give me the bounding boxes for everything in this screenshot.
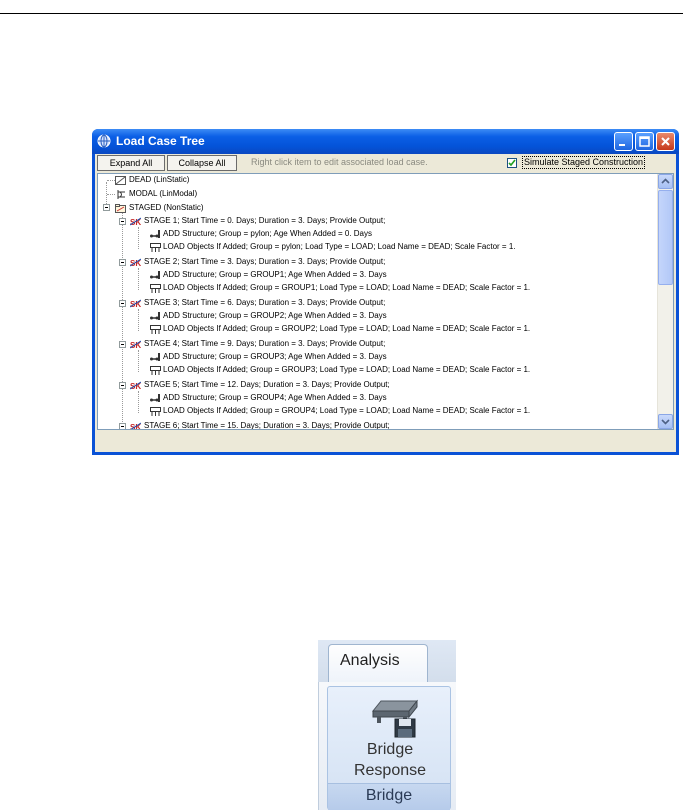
minimize-icon <box>619 144 625 146</box>
tree-node-add-structure[interactable]: ADD Structure; Group = pylon; Age When A… <box>163 229 372 239</box>
bridge-response-icon <box>371 699 419 738</box>
scroll-thumb[interactable] <box>658 190 673 285</box>
simulate-staged-checkbox[interactable] <box>507 158 517 168</box>
nonstatic-folder-icon <box>115 204 126 213</box>
tree-guide <box>138 227 139 249</box>
stage-icon: SK <box>130 422 141 429</box>
vertical-scrollbar[interactable] <box>657 174 673 429</box>
add-structure-icon <box>150 353 160 361</box>
minimize-button[interactable] <box>614 132 633 151</box>
stage-icon: SK <box>130 381 141 390</box>
expand-all-button[interactable]: Expand All <box>97 155 165 171</box>
load-objects-icon <box>150 366 161 375</box>
tree-node-stage[interactable]: STAGE 1; Start Time = 0. Days; Duration … <box>144 216 385 226</box>
tree-node-dead[interactable]: DEAD (LinStatic) <box>129 175 189 185</box>
bridge-response-label-line2: Response <box>353 762 427 779</box>
tree-node-modal[interactable]: MODAL (LinModal) <box>129 189 197 199</box>
tree-node-staged[interactable]: STAGED (NonStatic) <box>129 203 204 213</box>
ribbon-group-label: Bridge <box>328 783 450 810</box>
tree-guide <box>107 194 115 195</box>
load-objects-icon <box>150 284 161 293</box>
collapse-toggle[interactable] <box>119 341 126 348</box>
tree-toolbar: Expand All Collapse All Right click item… <box>95 154 676 173</box>
stage-icon: SK <box>130 258 141 267</box>
tree-guide <box>138 268 139 290</box>
tree-node-load-objects[interactable]: LOAD Objects If Added; Group = pylon; Lo… <box>163 242 516 252</box>
load-case-tree-window: Load Case Tree Expand All Collapse All R… <box>92 129 679 455</box>
simulate-staged-label[interactable]: Simulate Staged Construction <box>522 156 646 169</box>
tree-node-stage[interactable]: STAGE 6; Start Time = 15. Days; Duration… <box>144 421 390 429</box>
tree-node-add-structure[interactable]: ADD Structure; Group = GROUP2; Age When … <box>163 311 387 321</box>
add-structure-icon <box>150 394 160 402</box>
collapse-toggle[interactable] <box>103 204 110 211</box>
window-title: Load Case Tree <box>116 134 205 148</box>
modal-icon <box>117 190 125 199</box>
tree-node-load-objects[interactable]: LOAD Objects If Added; Group = GROUP3; L… <box>163 365 530 375</box>
load-case-tree[interactable]: DEAD (LinStatic) MODAL (LinModal) STAGED… <box>97 173 674 430</box>
collapse-all-button[interactable]: Collapse All <box>167 155 237 171</box>
stage-icon: SK <box>130 340 141 349</box>
toolbar-hint: Right click item to edit associated load… <box>251 157 428 167</box>
load-objects-icon <box>150 325 161 334</box>
stage-icon: SK <box>130 217 141 226</box>
tree-guide <box>138 391 139 413</box>
scroll-down-button[interactable] <box>658 414 673 429</box>
tree-node-load-objects[interactable]: LOAD Objects If Added; Group = GROUP4; L… <box>163 406 530 416</box>
tree-node-stage[interactable]: STAGE 5; Start Time = 12. Days; Duration… <box>144 380 390 390</box>
add-structure-icon <box>150 271 160 279</box>
chevron-down-icon <box>661 419 670 425</box>
tree-guide <box>122 212 123 426</box>
ribbon-fragment: Analysis Bridge Response Bridge <box>318 640 456 810</box>
tab-analysis-label: Analysis <box>340 652 400 669</box>
close-button[interactable] <box>656 132 675 151</box>
tree-guide <box>138 350 139 372</box>
status-bar <box>95 433 676 452</box>
add-structure-icon <box>150 230 160 238</box>
bridge-response-label-line1: Bridge <box>366 741 414 758</box>
load-objects-icon <box>150 243 161 252</box>
tab-analysis[interactable]: Analysis <box>328 644 428 684</box>
tree-node-stage[interactable]: STAGE 4; Start Time = 9. Days; Duration … <box>144 339 385 349</box>
load-objects-icon <box>150 407 161 416</box>
tree-guide <box>138 309 139 331</box>
tree-node-add-structure[interactable]: ADD Structure; Group = GROUP4; Age When … <box>163 393 387 403</box>
stage-icon: SK <box>130 299 141 308</box>
tree-node-load-objects[interactable]: LOAD Objects If Added; Group = GROUP1; L… <box>163 283 530 293</box>
title-bar[interactable]: Load Case Tree <box>92 129 679 154</box>
tree-node-stage[interactable]: STAGE 3; Start Time = 6. Days; Duration … <box>144 298 385 308</box>
collapse-toggle[interactable] <box>119 382 126 389</box>
ribbon-panel: Bridge Response Bridge <box>318 682 456 810</box>
tree-guide <box>107 180 115 181</box>
ribbon-tab-strip: Analysis <box>318 640 456 684</box>
tree-node-stage[interactable]: STAGE 2; Start Time = 3. Days; Duration … <box>144 257 385 267</box>
page-top-rule <box>0 13 683 14</box>
bridge-response-button[interactable]: Bridge Response Bridge <box>327 686 451 810</box>
window-client-area: Expand All Collapse All Right click item… <box>95 154 676 452</box>
collapse-toggle[interactable] <box>119 259 126 266</box>
collapse-toggle[interactable] <box>119 423 126 429</box>
tree-node-add-structure[interactable]: ADD Structure; Group = GROUP1; Age When … <box>163 270 387 280</box>
add-structure-icon <box>150 312 160 320</box>
linstatic-icon <box>115 176 126 185</box>
collapse-toggle[interactable] <box>119 218 126 225</box>
maximize-button[interactable] <box>635 132 654 151</box>
checkmark-icon <box>508 159 516 167</box>
tree-node-add-structure[interactable]: ADD Structure; Group = GROUP3; Age When … <box>163 352 387 362</box>
scroll-up-button[interactable] <box>658 174 673 189</box>
tree-node-load-objects[interactable]: LOAD Objects If Added; Group = GROUP2; L… <box>163 324 530 334</box>
close-icon <box>661 137 670 146</box>
app-globe-icon <box>97 134 111 148</box>
chevron-up-icon <box>661 178 670 184</box>
collapse-toggle[interactable] <box>119 300 126 307</box>
maximize-icon <box>639 136 650 147</box>
